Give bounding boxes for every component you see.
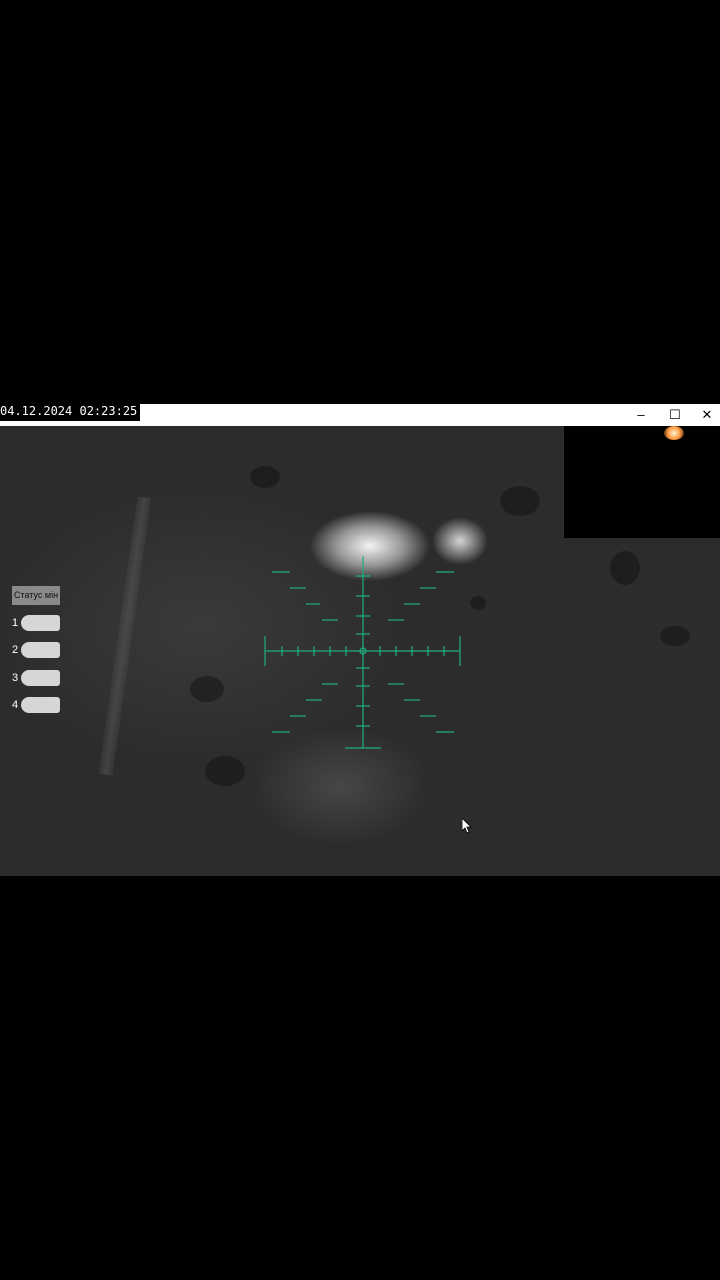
targeting-reticle: [264, 556, 461, 749]
window-titlebar: 04.12.2024 02:23:25 – ☐ ✕: [0, 404, 720, 426]
drone-video-window: 04.12.2024 02:23:25 – ☐ ✕ Статус мін 1 2…: [0, 404, 720, 876]
mouse-cursor-icon: [462, 818, 472, 834]
minimize-button[interactable]: –: [624, 404, 658, 426]
timestamp: 04.12.2024 02:23:25: [0, 404, 141, 421]
close-button[interactable]: ✕: [690, 404, 720, 426]
maximize-button[interactable]: ☐: [658, 404, 692, 426]
